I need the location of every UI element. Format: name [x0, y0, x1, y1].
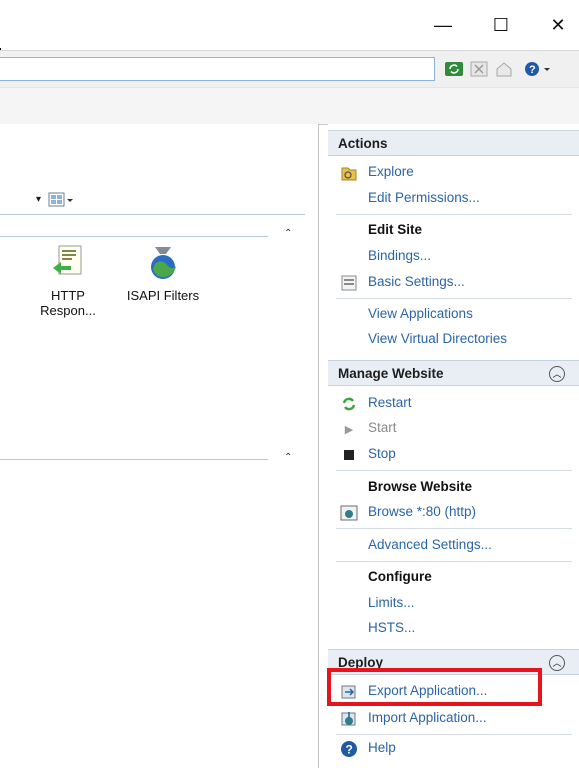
basic-settings-icon [340, 274, 358, 292]
separator [336, 470, 572, 471]
maximize-button[interactable]: ☐ [486, 14, 516, 36]
explore-link[interactable]: Explore [368, 164, 414, 179]
manage-website-header[interactable]: Manage Website ︿ [328, 360, 579, 386]
basic-settings-link[interactable]: Basic Settings... [368, 274, 465, 289]
separator [336, 214, 572, 215]
advanced-settings-link[interactable]: Advanced Settings... [368, 537, 492, 552]
separator [336, 734, 572, 735]
restart-link[interactable]: Restart [368, 395, 412, 410]
edit-permissions-link[interactable]: Edit Permissions... [368, 190, 480, 205]
actions-title: Actions [338, 136, 388, 151]
view-applications-link[interactable]: View Applications [368, 306, 473, 321]
view-virtual-directories-link[interactable]: View Virtual Directories [368, 331, 507, 346]
manage-website-title: Manage Website [338, 366, 444, 381]
group-divider [0, 459, 268, 460]
actions-header: Actions [328, 130, 579, 156]
svg-text:?: ? [529, 64, 536, 76]
features-pane: ▾ ⌃ HTTP Respon... ISAPI Filters ⌃ [0, 124, 319, 768]
feature-http-response[interactable]: HTTP Respon... [40, 244, 96, 318]
collapse-chevron-icon[interactable]: ︿ [549, 366, 565, 382]
title-bar: — ☐ ✕ [0, 0, 579, 48]
help-dropdown-icon[interactable]: ? [523, 61, 553, 77]
isapi-filters-icon [146, 244, 180, 282]
separator [336, 298, 572, 299]
address-bar: ? [0, 50, 579, 87]
separator [336, 528, 572, 529]
edit-site-heading: Edit Site [368, 222, 423, 237]
feature-isapi-filters[interactable]: ISAPI Filters [118, 244, 208, 303]
http-response-icon [51, 244, 85, 282]
group-divider [0, 236, 268, 237]
hsts-link[interactable]: HSTS... [368, 620, 415, 635]
help-link[interactable]: Help [368, 740, 396, 755]
browse-icon [340, 504, 358, 522]
home-icon[interactable] [495, 61, 513, 77]
stop-square-icon [340, 446, 358, 464]
collapse-group-icon[interactable]: ⌃ [284, 452, 292, 463]
address-input[interactable] [0, 57, 435, 81]
view-toolbar: ▾ [0, 190, 305, 215]
start-link: Start [368, 420, 397, 435]
collapse-chevron-icon[interactable]: ︿ [549, 655, 565, 671]
feature-label-line2: Respon... [40, 303, 96, 318]
browse-80-link[interactable]: Browse *:80 (http) [368, 504, 476, 519]
refresh-icon[interactable] [444, 61, 463, 77]
separator [336, 561, 572, 562]
limits-link[interactable]: Limits... [368, 595, 415, 610]
help-icon: ? [340, 740, 358, 758]
import-application-link[interactable]: Import Application... [368, 710, 487, 725]
stop-icon[interactable] [470, 61, 488, 77]
explore-icon [340, 164, 358, 182]
import-application-icon [340, 710, 358, 728]
feature-label-line1: HTTP [51, 288, 85, 303]
restart-icon [340, 395, 358, 413]
bindings-link[interactable]: Bindings... [368, 248, 431, 263]
svg-text:?: ? [346, 743, 353, 757]
collapse-group-icon[interactable]: ⌃ [284, 228, 292, 239]
group-by-dropdown-icon[interactable]: ▾ [36, 194, 41, 205]
close-button[interactable]: ✕ [543, 14, 573, 36]
configure-heading: Configure [368, 569, 432, 584]
start-icon: ▶ [344, 423, 354, 436]
stop-link[interactable]: Stop [368, 446, 396, 461]
feature-label: ISAPI Filters [126, 288, 200, 303]
menu-bar [0, 87, 579, 125]
minimize-button[interactable]: — [428, 14, 458, 36]
browse-website-heading: Browse Website [368, 479, 473, 494]
view-mode-icon[interactable] [48, 191, 74, 212]
highlight-box [327, 668, 542, 706]
